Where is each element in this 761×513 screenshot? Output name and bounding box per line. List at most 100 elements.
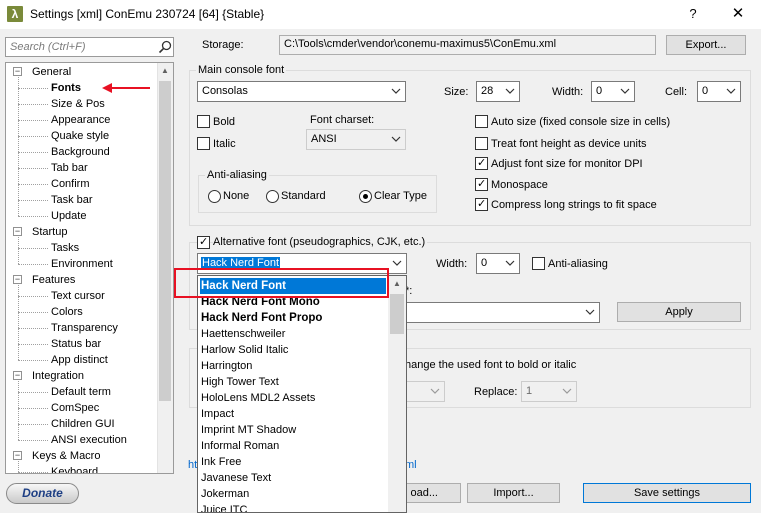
font-list-item[interactable]: Harlow Solid Italic [200,342,386,358]
search-icon[interactable] [158,40,172,54]
tree-item-label: Text cursor [51,290,105,302]
tree-connector [18,392,48,393]
import-button[interactable]: Import... [467,483,560,503]
tree-item-label: Status bar [51,338,102,350]
size-value: 28 [481,85,494,97]
font-list-item[interactable]: Juice ITC [200,502,386,512]
tree-item-label: Transparency [51,322,118,334]
compress-checkbox[interactable] [475,197,488,211]
alt-font-checkbox[interactable] [197,235,210,249]
tree-item-label: Children GUI [51,418,115,430]
font-list-item[interactable]: Imprint MT Shadow [200,422,386,438]
tree-connector [18,200,48,201]
unicode-range-select[interactable] [405,302,600,323]
width-label: Width: [552,86,584,98]
title-bar: λ Settings [xml] ConEmu 230724 [64] {Sta… [0,0,761,29]
chevron-down-icon[interactable] [389,255,405,272]
font-charset-select[interactable]: ANSI [306,129,406,150]
tree-item-label: Tasks [51,242,80,254]
aa-none-radio[interactable] [208,190,221,203]
bold-checkbox[interactable] [197,115,210,128]
tree-connector [18,88,48,89]
settings-tree[interactable]: − General Fonts Size & Pos Appearance Quake s… [5,62,174,474]
donate-button[interactable]: Donate [6,483,79,504]
replace-select[interactable]: 1 [521,381,577,402]
bold-italic-select[interactable] [405,381,445,402]
width-select[interactable]: 0 [591,81,635,102]
adjust-dpi-checkbox[interactable] [475,156,488,170]
save-settings-button[interactable]: Save settings [583,483,751,503]
tree-collapse-icon[interactable]: − [13,67,22,76]
font-list-scrollbar-thumb[interactable] [390,294,404,334]
tree-connector [18,360,48,361]
settings-search-input[interactable] [6,38,151,56]
font-list-item[interactable]: Haettenschweiler [200,326,386,342]
tree-collapse-icon[interactable]: − [13,451,22,460]
apply-button[interactable]: Apply [617,302,741,322]
font-list-item[interactable]: Harrington [200,358,386,374]
tree-item-label: Appearance [51,114,111,126]
font-list-item[interactable]: HoloLens MDL2 Assets [200,390,386,406]
chevron-down-icon[interactable] [582,304,598,321]
close-button[interactable]: ✕ [726,4,750,24]
italic-checkbox[interactable] [197,137,210,150]
font-list-item[interactable]: Jokerman [200,486,386,502]
tree-scrollbar-thumb[interactable] [159,81,171,401]
auto-size-checkbox[interactable] [475,115,488,128]
tree-scroll-up-arrow[interactable]: ▲ [157,63,173,79]
font-list-item[interactable]: Javanese Text [200,470,386,486]
monospace-label: Monospace [491,179,548,191]
export-button[interactable]: Export... [666,35,746,55]
font-charset-value: ANSI [311,133,337,145]
tree-connector [18,184,48,185]
tree-collapse-icon[interactable]: − [13,371,22,380]
tree-item-label: Features [32,274,76,286]
tree-item-label: Size & Pos [51,98,105,110]
tree-connector [18,120,48,121]
chevron-down-icon[interactable] [617,83,633,100]
tree-connector [18,461,19,472]
bold-italic-description: hange the used font to bold or italic [405,359,577,371]
tree-connector [18,248,48,249]
chevron-down-icon[interactable] [502,255,518,272]
tree-connector [18,296,48,297]
tree-connector [18,472,48,473]
tree-connector [18,424,48,425]
alt-font-dropdown-list[interactable]: Hack Nerd Font Hack Nerd Font Mono Hack Ne… [197,275,407,513]
cell-select[interactable]: 0 [697,81,741,102]
compress-label: Compress long strings to fit space [491,199,657,211]
tree-connector [18,237,19,264]
chevron-down-icon[interactable] [559,383,575,400]
chevron-down-icon[interactable] [427,383,443,400]
tree-collapse-icon[interactable]: − [13,227,22,236]
alt-antialias-checkbox[interactable] [532,257,545,270]
treat-height-label: Treat font height as device units [491,138,647,150]
main-font-select[interactable]: Consolas [197,81,406,102]
help-link-start[interactable]: ht [188,459,197,471]
chevron-down-icon[interactable] [388,131,404,148]
chevron-down-icon[interactable] [502,83,518,100]
tree-item-label: Confirm [51,178,90,190]
alt-width-select[interactable]: 0 [476,253,520,274]
font-list-item[interactable]: Hack Nerd Font Propo [200,310,386,326]
settings-search-box[interactable] [5,37,174,57]
size-select[interactable]: 28 [476,81,520,102]
storage-path-field[interactable]: C:\Tools\cmder\vendor\conemu-maximus5\Co… [279,35,656,55]
chevron-down-icon[interactable] [723,83,739,100]
aa-standard-radio[interactable] [266,190,279,203]
help-button[interactable]: ? [684,4,702,24]
treat-height-checkbox[interactable] [475,137,488,150]
tree-connector [18,312,48,313]
chevron-down-icon[interactable] [388,83,404,100]
tree-item-label: Default term [51,386,111,398]
aa-cleartype-radio[interactable] [359,190,372,203]
tree-item-label: ANSI execution [51,434,127,446]
font-list-scroll-up-arrow[interactable]: ▲ [388,276,406,292]
tree-connector [18,381,19,440]
font-list-item[interactable]: Impact [200,406,386,422]
font-list-item[interactable]: Ink Free [200,454,386,470]
font-list-item[interactable]: High Tower Text [200,374,386,390]
monospace-checkbox[interactable] [475,177,488,191]
font-list-item[interactable]: Informal Roman [200,438,386,454]
tree-collapse-icon[interactable]: − [13,275,22,284]
